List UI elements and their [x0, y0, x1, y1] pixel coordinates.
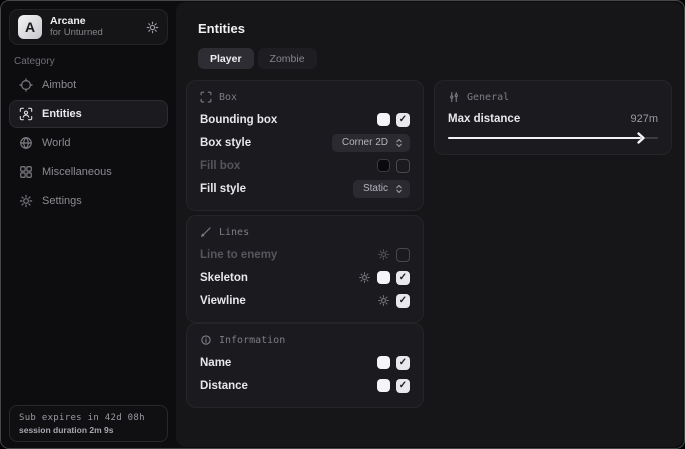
chevrons-up-down-icon [394, 184, 404, 194]
distance-label: Distance [200, 380, 248, 392]
tab-player[interactable]: Player [198, 48, 254, 69]
main-panel: Entities Player Zombie Box Bounding box … [176, 2, 683, 447]
app-logo: A [18, 15, 42, 39]
viewline-label: Viewline [200, 295, 246, 307]
app-subtitle: for Unturned [50, 28, 138, 38]
max-distance-value: 927m [630, 113, 658, 125]
subscription-info: Sub expires in 42d 08h session duration … [9, 405, 168, 442]
sidebar-item-label: Miscellaneous [42, 166, 112, 178]
general-card-header: General [448, 91, 658, 103]
fill-box-checkbox[interactable] [396, 159, 410, 173]
name-row: Name ✓ [200, 352, 410, 373]
line-to-enemy-row: Line to enemy [200, 244, 410, 265]
category-label: Category [14, 56, 55, 67]
viewline-row: Viewline ✓ [200, 290, 410, 311]
sidebar-item-world[interactable]: World [9, 129, 168, 157]
page-title: Entities [198, 21, 245, 36]
skeleton-settings-icon[interactable] [358, 271, 371, 284]
fill-style-dropdown[interactable]: Static [353, 180, 410, 198]
lines-card: Lines Line to enemy Skeleton [186, 215, 424, 323]
chevrons-up-down-icon [394, 138, 404, 148]
box-style-label: Box style [200, 137, 251, 149]
slider-fill [448, 137, 641, 139]
fill-box-color-swatch[interactable] [377, 159, 390, 172]
line-to-enemy-settings-icon[interactable] [377, 248, 390, 261]
line-to-enemy-checkbox[interactable] [396, 248, 410, 262]
session-duration-text: session duration 2m 9s [19, 425, 158, 435]
header-gear-icon[interactable] [146, 21, 159, 34]
sidebar-item-aimbot[interactable]: Aimbot [9, 71, 168, 99]
app-header: A Arcane for Unturned [9, 9, 168, 45]
app-window: A Arcane for Unturned Category [0, 0, 685, 449]
lines-card-header: Lines [200, 226, 410, 238]
viewline-settings-icon[interactable] [377, 294, 390, 307]
sidebar-item-settings[interactable]: Settings [9, 187, 168, 215]
gear-icon [19, 194, 33, 208]
scan-person-icon [19, 107, 33, 121]
information-card-header: Information [200, 334, 410, 346]
max-distance-row: Max distance 927m [448, 109, 658, 129]
sidebar-item-label: Entities [42, 108, 82, 120]
sidebar-item-label: Aimbot [42, 79, 76, 91]
name-label: Name [200, 357, 231, 369]
fill-style-row: Fill style Static [200, 178, 410, 199]
distance-row: Distance ✓ [200, 375, 410, 396]
general-card: General Max distance 927m [434, 80, 672, 155]
skeleton-color-swatch[interactable] [377, 271, 390, 284]
box-style-value: Corner 2D [342, 137, 388, 148]
fill-style-label: Fill style [200, 183, 246, 195]
sidebar-menu: Aimbot Entities [9, 71, 168, 215]
box-style-row: Box style Corner 2D [200, 132, 410, 153]
max-distance-slider[interactable] [448, 133, 658, 143]
box-card-title: Box [219, 92, 237, 103]
information-card-title: Information [219, 335, 285, 346]
name-checkbox[interactable]: ✓ [396, 356, 410, 370]
bounding-box-checkbox[interactable]: ✓ [396, 113, 410, 127]
sidebar-item-label: World [42, 137, 71, 149]
sliders-icon [448, 91, 460, 103]
globe-icon [19, 136, 33, 150]
distance-color-swatch[interactable] [377, 379, 390, 392]
fill-box-label: Fill box [200, 160, 240, 172]
name-color-swatch[interactable] [377, 356, 390, 369]
fill-box-row: Fill box [200, 155, 410, 176]
grid-icon [19, 165, 33, 179]
viewline-checkbox[interactable]: ✓ [396, 294, 410, 308]
box-corners-icon [200, 91, 212, 103]
pencil-line-icon [200, 226, 212, 238]
slider-thumb[interactable] [636, 131, 646, 145]
box-card: Box Bounding box ✓ Box style Corner 2D [186, 80, 424, 211]
line-to-enemy-label: Line to enemy [200, 249, 277, 261]
bounding-box-row: Bounding box ✓ [200, 109, 410, 130]
box-card-header: Box [200, 91, 410, 103]
sidebar-item-label: Settings [42, 195, 82, 207]
tab-zombie[interactable]: Zombie [258, 48, 317, 69]
sub-expiry-text: Sub expires in 42d 08h [19, 413, 158, 423]
bounding-box-color-swatch[interactable] [377, 113, 390, 126]
general-card-title: General [467, 92, 509, 103]
information-card: Information Name ✓ Distance ✓ [186, 323, 424, 408]
fill-style-value: Static [363, 183, 388, 194]
app-name: Arcane [50, 16, 138, 28]
lines-card-title: Lines [219, 227, 249, 238]
max-distance-label: Max distance [448, 113, 520, 125]
tab-bar: Player Zombie [198, 48, 317, 69]
bounding-box-label: Bounding box [200, 114, 277, 126]
crosshair-icon [19, 78, 33, 92]
skeleton-checkbox[interactable]: ✓ [396, 271, 410, 285]
distance-checkbox[interactable]: ✓ [396, 379, 410, 393]
info-icon [200, 334, 212, 346]
box-style-dropdown[interactable]: Corner 2D [332, 134, 410, 152]
sidebar: A Arcane for Unturned Category [1, 1, 176, 448]
skeleton-row: Skeleton ✓ [200, 267, 410, 288]
sidebar-item-miscellaneous[interactable]: Miscellaneous [9, 158, 168, 186]
skeleton-label: Skeleton [200, 272, 248, 284]
app-titles: Arcane for Unturned [50, 16, 138, 38]
sidebar-item-entities[interactable]: Entities [9, 100, 168, 128]
